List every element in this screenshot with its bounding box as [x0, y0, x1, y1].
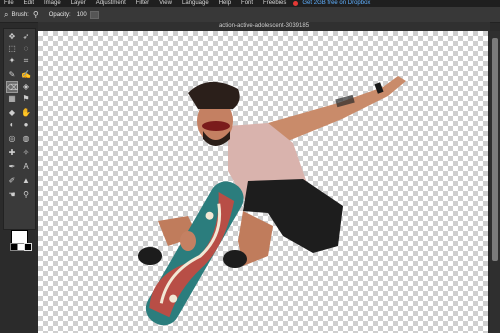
marquee-tool-icon[interactable]: ⬚ [6, 43, 18, 55]
crop-tool-icon[interactable]: ⌗ [20, 55, 32, 67]
foreground-color-swatch[interactable] [11, 230, 28, 244]
select-tool-icon[interactable]: ➶ [20, 31, 32, 43]
brush-preset-icon[interactable]: ⚲ [33, 10, 39, 19]
menu-file[interactable]: File [0, 0, 14, 7]
opacity-dropdown[interactable] [89, 10, 99, 19]
menu-filter[interactable]: Filter [132, 0, 149, 7]
image-canvas[interactable] [38, 31, 488, 333]
menu-font[interactable]: Font [237, 0, 253, 7]
reset-colors-swatch[interactable] [24, 243, 32, 251]
pen-tool-icon[interactable]: ✒ [6, 161, 18, 173]
burn-tool-icon[interactable]: ● [20, 119, 32, 131]
menu-view[interactable]: View [155, 0, 172, 7]
eraser-tool-icon[interactable]: ⌫ [6, 81, 18, 93]
menu-language[interactable]: Language [178, 0, 209, 7]
color-replace-tool-icon[interactable]: ✚ [6, 147, 18, 159]
gradient-tool-icon[interactable]: ▦ [6, 93, 18, 105]
move-tool-icon[interactable]: ✥ [6, 31, 18, 43]
opacity-label: Opacity: [48, 11, 71, 18]
vertical-scrollbar[interactable] [490, 31, 500, 333]
dodge-tool-icon[interactable]: ◐ [6, 119, 18, 131]
tool-palette: ✥ ➶ ⬚ ◌ ✦ ⌗ ✎ ✍ ⌫ ◈ ▦ ⚑ ◆ ✋ ◐ ● ◎ ◍ ✚ ✧ … [3, 28, 36, 251]
options-bar: ⌕ Brush: ⚲ Opacity: 100 [0, 7, 500, 23]
dropbox-promo-link[interactable]: Get 2GB free on Dropbox [298, 0, 370, 7]
menu-help[interactable]: Help [215, 0, 231, 7]
lasso-tool-icon[interactable]: ◌ [20, 43, 32, 55]
text-tool-icon[interactable]: A [20, 161, 32, 173]
opacity-value[interactable]: 100 [77, 12, 87, 18]
brush-label: Brush: [11, 11, 29, 18]
wand-tool-icon[interactable]: ✦ [6, 55, 18, 67]
blur-tool-icon[interactable]: ✧ [20, 147, 32, 159]
skateboarder-photo [138, 76, 406, 326]
eyedropper-tool-icon[interactable]: ✐ [6, 175, 18, 187]
scrollbar-thumb[interactable] [492, 38, 498, 261]
redeye-tool-icon[interactable]: ◎ [6, 133, 18, 145]
shape-tool-icon[interactable]: ▲ [20, 175, 32, 187]
zoom-tool-icon[interactable]: ⚲ [20, 189, 32, 201]
drop-tool-icon[interactable]: ◆ [6, 107, 18, 119]
hand-tool-icon[interactable]: ☚ [6, 189, 18, 201]
sponge-tool-icon[interactable]: ◍ [20, 133, 32, 145]
menu-edit[interactable]: Edit [20, 0, 34, 7]
menu-bar: File Edit Image Layer Adjustment Filter … [0, 0, 500, 7]
brush-tool-icon: ⌕ [4, 9, 9, 19]
menu-layer[interactable]: Layer [67, 0, 86, 7]
document-title: action-active-adolescent-3039185 [38, 22, 490, 31]
menu-freebies[interactable]: Freebies [259, 0, 286, 7]
brush-tool-icon[interactable]: ✍ [20, 69, 32, 81]
fill-tool-icon[interactable]: ◈ [20, 81, 32, 93]
menu-adjustment[interactable]: Adjustment [92, 0, 126, 7]
pencil-tool-icon[interactable]: ✎ [6, 69, 18, 81]
smudge-tool-icon[interactable]: ✋ [20, 107, 32, 119]
menu-image[interactable]: Image [40, 0, 61, 7]
stamp-tool-icon[interactable]: ⚑ [20, 93, 32, 105]
